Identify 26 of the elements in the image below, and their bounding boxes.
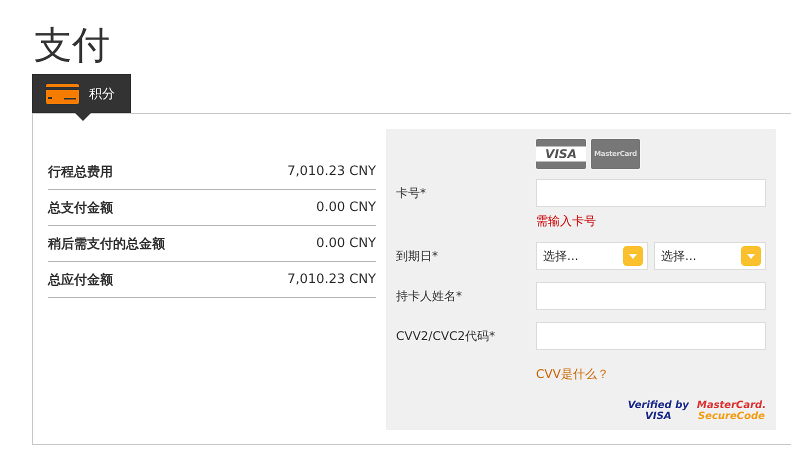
field-label: CVV2/CVC2代码* [396, 328, 496, 345]
summary-amount: 7,010.23 CNY [287, 272, 376, 287]
error-message: 需输入卡号 [536, 213, 597, 230]
summary-label: 总支付金额 [48, 200, 113, 216]
summary-amount: 7,010.23 CNY [287, 164, 376, 179]
summary-amount: 0.00 CNY [316, 200, 376, 215]
page-title: 支付 [34, 22, 111, 68]
input-field[interactable] [536, 322, 766, 350]
field-label: 卡号* [396, 185, 427, 202]
input-field[interactable] [536, 282, 766, 310]
dropdown-caret-icon [623, 246, 643, 266]
credit-card-icon [46, 84, 79, 104]
summary-label: 稍后需支付的总金额 [48, 236, 165, 252]
select-field[interactable]: 选择... [654, 242, 766, 270]
input-field[interactable] [536, 179, 766, 207]
field-label: 到期日* [396, 248, 439, 265]
dropdown-caret-icon [741, 246, 761, 266]
securecode-logo: MasterCard. SecureCode [696, 400, 766, 422]
select-field[interactable]: 选择... [536, 242, 648, 270]
field-label: 持卡人姓名* [396, 288, 463, 305]
summary-amount: 0.00 CNY [316, 236, 376, 251]
tab-pointer-icon [75, 113, 91, 121]
summary-label: 行程总费用 [48, 164, 113, 180]
visa-logo: VISA [536, 139, 586, 169]
verified-visa-logo: Verified by VISA [628, 400, 689, 422]
summary-label: 总应付金额 [48, 272, 113, 288]
